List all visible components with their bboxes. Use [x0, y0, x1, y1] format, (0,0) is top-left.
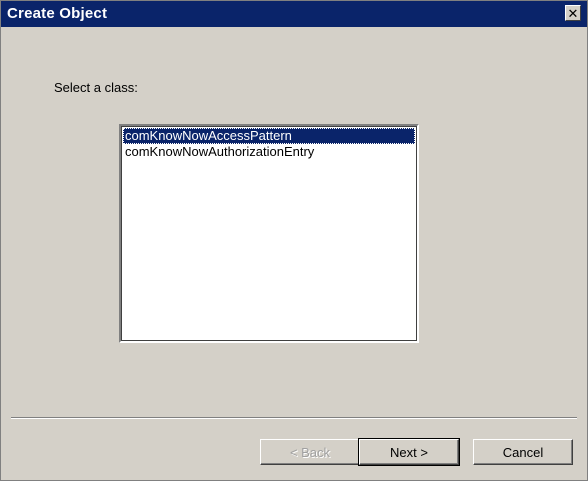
cancel-button[interactable]: Cancel [473, 439, 573, 465]
close-button[interactable]: ✕ [565, 5, 581, 21]
close-icon: ✕ [567, 5, 579, 21]
title-bar[interactable]: Create Object ✕ [1, 1, 587, 27]
class-listbox[interactable]: comKnowNowAccessPattern comKnowNowAuthor… [119, 124, 419, 343]
dialog-body: Select a class: comKnowNowAccessPattern … [1, 27, 587, 480]
cancel-button-label: Cancel [502, 444, 544, 460]
back-button[interactable]: < Back [260, 439, 360, 465]
select-class-label: Select a class: [54, 80, 138, 95]
create-object-dialog: Create Object ✕ Select a class: comKnowN… [0, 0, 588, 481]
separator [11, 417, 577, 419]
select-class-label-text: Select a class: [54, 80, 138, 95]
next-button[interactable]: Next > [358, 438, 460, 466]
list-item[interactable]: comKnowNowAuthorizationEntry [123, 144, 415, 160]
list-item[interactable]: comKnowNowAccessPattern [123, 128, 415, 144]
back-button-label: < Back [289, 444, 331, 460]
next-button-label: Next > [390, 444, 428, 460]
window-title: Create Object [7, 5, 108, 22]
